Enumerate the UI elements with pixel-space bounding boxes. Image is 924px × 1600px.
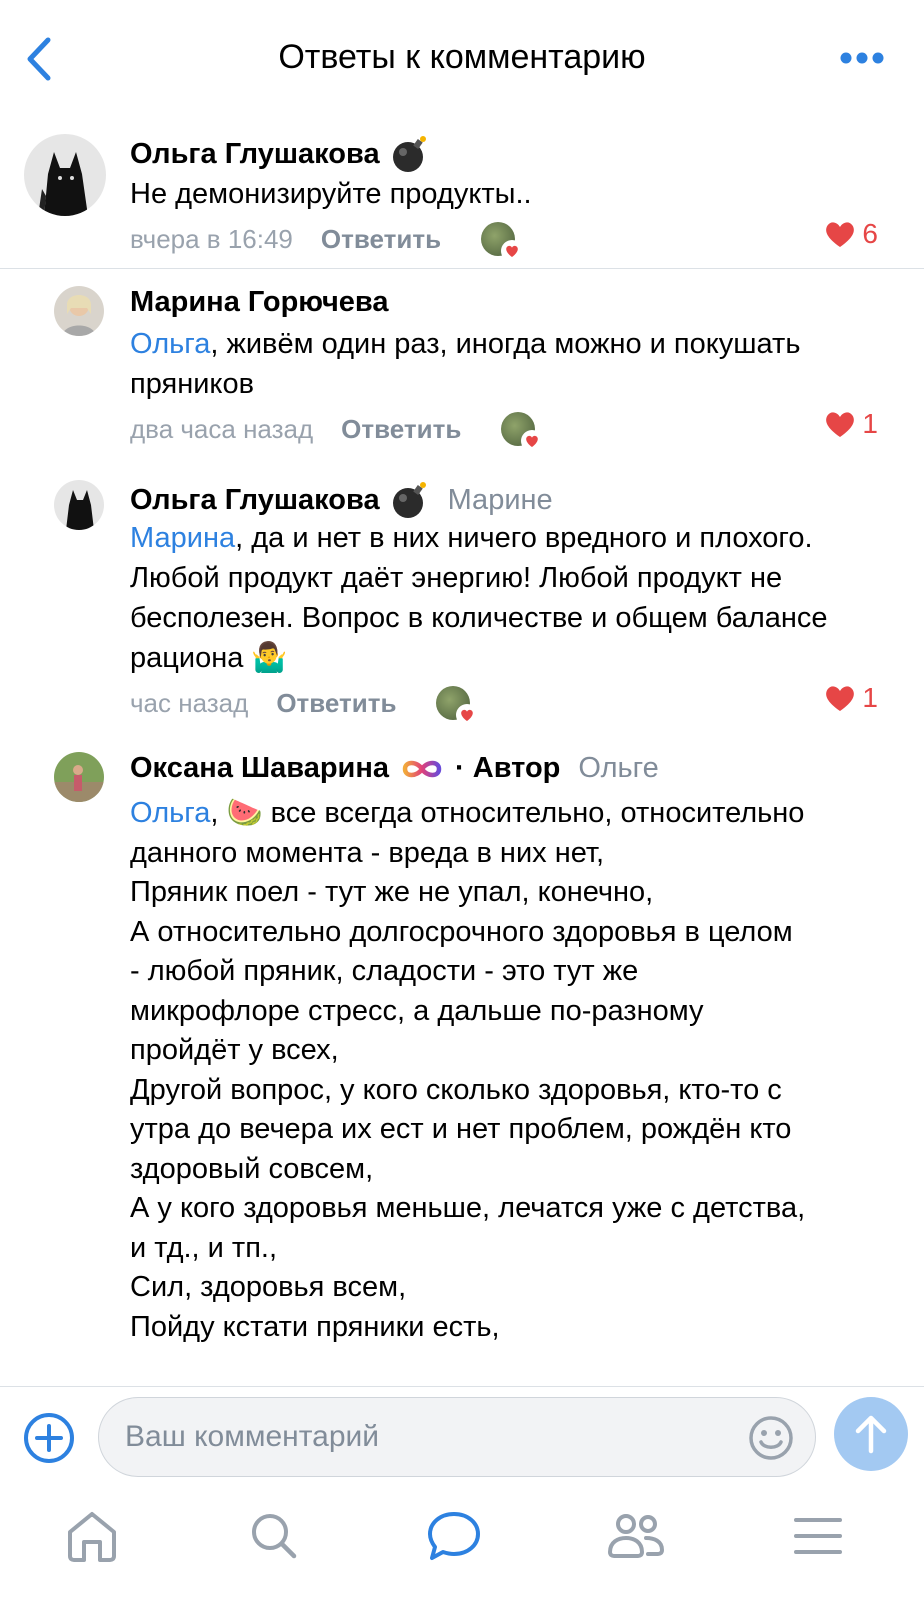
text-line: Сил, здоровья всем, xyxy=(130,1271,407,1303)
like-button[interactable]: 1 xyxy=(824,408,878,440)
text-line: данного момента - вреда в них нет, xyxy=(130,836,605,869)
heart-icon xyxy=(826,686,855,711)
plus-circle-icon xyxy=(24,1413,74,1463)
friends-icon xyxy=(607,1514,665,1558)
comment-text: Ольга, 🍉 все всегда относительно, относи… xyxy=(130,794,900,1347)
avatar[interactable] xyxy=(24,134,106,216)
reply-button[interactable]: Ответить xyxy=(341,414,461,445)
divider xyxy=(0,268,924,269)
comment-input[interactable]: Ваш комментарий xyxy=(98,1397,816,1477)
send-button[interactable] xyxy=(834,1397,908,1471)
liker-avatar[interactable] xyxy=(501,412,544,452)
avatar[interactable] xyxy=(54,286,104,336)
tab-friends[interactable] xyxy=(606,1508,666,1564)
menu-icon xyxy=(794,1518,842,1554)
comment-meta: вчера в 16:49 Ответить xyxy=(130,222,524,262)
heart-icon xyxy=(826,222,855,247)
avatar[interactable] xyxy=(54,752,104,802)
reply-to-label[interactable]: Марине xyxy=(448,484,553,517)
author-badge: · Автор xyxy=(455,752,561,784)
comment-meta: час назад Ответить xyxy=(130,686,479,726)
heart-icon xyxy=(521,430,544,452)
mention-link[interactable]: Марина xyxy=(130,522,235,554)
bomb-icon xyxy=(392,136,426,172)
messages-icon xyxy=(428,1512,480,1560)
heart-icon xyxy=(826,412,855,437)
smile-icon[interactable] xyxy=(747,1414,795,1462)
heart-icon xyxy=(456,704,479,726)
page-title: Ответы к комментарию xyxy=(278,38,646,76)
like-count: 1 xyxy=(862,408,878,439)
comment-input-placeholder: Ваш комментарий xyxy=(125,1420,380,1453)
bomb-icon xyxy=(392,482,426,518)
comment-author[interactable]: Оксана Шаварина · Автор Ольге xyxy=(130,752,659,785)
reply-button[interactable]: Ответить xyxy=(276,688,396,719)
text-line: А относительно долгосрочного здоровья в … xyxy=(130,915,793,948)
text-line: Пойду кстати пряники есть, xyxy=(130,1310,500,1343)
reply-button[interactable]: Ответить xyxy=(321,224,441,255)
search-icon xyxy=(252,1514,297,1559)
comment-author[interactable]: Марина Горючева xyxy=(130,286,389,319)
attach-button[interactable] xyxy=(22,1411,76,1465)
infinity-icon xyxy=(402,760,442,777)
text-line: А у кого здоровья меньше, лечатся уже с … xyxy=(130,1192,806,1224)
comment-time: вчера в 16:49 xyxy=(130,223,293,254)
like-button[interactable]: 6 xyxy=(824,218,878,250)
header: Ответы к комментарию xyxy=(0,0,924,118)
text-line: пройдёт у всех, xyxy=(130,1034,339,1066)
liker-avatar[interactable] xyxy=(436,686,479,726)
heart-icon xyxy=(501,240,524,262)
like-count: 1 xyxy=(862,682,878,713)
tab-search[interactable] xyxy=(244,1508,304,1564)
comment-time: два часа назад xyxy=(130,413,314,444)
home-icon xyxy=(68,1512,116,1562)
mention-link[interactable]: Ольга xyxy=(130,797,210,829)
comment-text: Ольга, живём один раз, иногда можно и по… xyxy=(130,328,801,400)
tab-messages[interactable] xyxy=(424,1508,484,1564)
text-line: здоровый совсем, xyxy=(130,1152,374,1185)
avatar[interactable] xyxy=(54,480,104,530)
text-line: - любой пряник, сладости - это тут же xyxy=(130,955,639,987)
arrow-up-icon xyxy=(855,1415,887,1454)
text-line: Другой вопрос, у кого сколько здоровья, … xyxy=(130,1073,782,1106)
shrug-emoji: 🤷‍♂️ xyxy=(251,642,288,674)
mention-link[interactable]: Ольга xyxy=(130,328,210,360)
more-dots-icon xyxy=(840,52,884,64)
text-line: Ольга, 🍉 все всегда относительно, относи… xyxy=(130,797,805,829)
like-button[interactable]: 1 xyxy=(824,682,878,714)
comment-author[interactable]: Ольга Глушакова xyxy=(130,134,430,174)
tab-menu[interactable] xyxy=(788,1508,848,1564)
comment-author[interactable]: Ольга Глушакова Марине xyxy=(130,480,553,520)
like-count: 6 xyxy=(862,218,878,249)
text-line: утра до вечера их ест и нет проблем, рож… xyxy=(130,1113,792,1145)
text-line: и тд., и тп., xyxy=(130,1231,278,1264)
watermelon-emoji: 🍉 xyxy=(226,797,263,829)
liker-avatar[interactable] xyxy=(481,222,524,262)
more-button[interactable] xyxy=(840,50,884,66)
tab-home[interactable] xyxy=(62,1508,122,1564)
comment-text: Не демонизируйте продукты.. xyxy=(130,178,532,210)
comment-text: Марина, да и нет в них ничего вредного и… xyxy=(130,522,828,674)
comment-meta: два часа назад Ответить xyxy=(130,412,544,452)
comment-time: час назад xyxy=(130,687,249,718)
tab-bar xyxy=(0,1486,924,1576)
text-line: Пряник поел - тут же не упал, конечно, xyxy=(130,876,654,908)
text-line: микрофлоре стресс, а дальше по-разному xyxy=(130,994,704,1027)
comment-feed[interactable]: Ольга Глушакова Не демонизируйте продукт… xyxy=(0,118,924,1386)
reply-to-label[interactable]: Ольге xyxy=(578,752,658,785)
